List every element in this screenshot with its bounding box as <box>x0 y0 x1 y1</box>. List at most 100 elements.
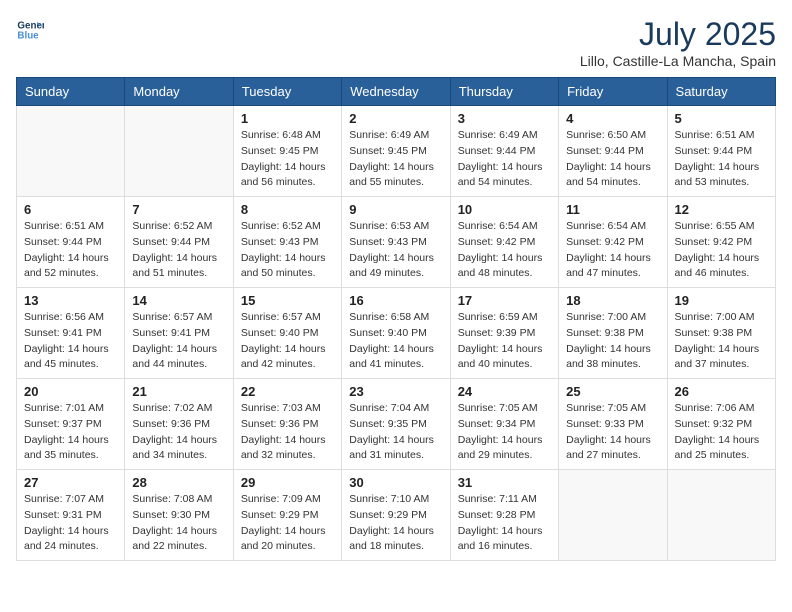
calendar-cell: 2 Sunrise: 6:49 AMSunset: 9:45 PMDaylight… <box>342 106 450 197</box>
calendar-cell: 29Sunrise: 7:09 AMSunset: 9:29 PMDayligh… <box>233 470 341 561</box>
calendar-cell <box>17 106 125 197</box>
day-info: Sunrise: 6:51 AMSunset: 9:44 PMDaylight:… <box>675 128 768 191</box>
day-info: Sunrise: 6:53 AMSunset: 9:43 PMDaylight:… <box>349 219 442 282</box>
day-number: 19 <box>675 293 768 308</box>
day-number: 13 <box>24 293 117 308</box>
weekday-header-saturday: Saturday <box>667 78 775 106</box>
day-number: 22 <box>241 384 334 399</box>
weekday-header-friday: Friday <box>559 78 667 106</box>
svg-text:Blue: Blue <box>17 30 39 41</box>
day-number: 31 <box>458 475 551 490</box>
day-info: Sunrise: 7:04 AMSunset: 9:35 PMDaylight:… <box>349 401 442 464</box>
calendar-cell: 3 Sunrise: 6:49 AMSunset: 9:44 PMDaylight… <box>450 106 558 197</box>
day-info: Sunrise: 6:48 AMSunset: 9:45 PMDaylight:… <box>241 128 334 191</box>
calendar-cell: 26 Sunrise: 7:06 AMSunset: 9:32 PMDayligh… <box>667 379 775 470</box>
day-number: 10 <box>458 202 551 217</box>
week-row-3: 13 Sunrise: 6:56 AMSunset: 9:41 PMDayligh… <box>17 288 776 379</box>
day-info: Sunrise: 6:59 AMSunset: 9:39 PMDaylight:… <box>458 310 551 373</box>
week-row-1: 1Sunrise: 6:48 AMSunset: 9:45 PMDaylight… <box>17 106 776 197</box>
day-info: Sunrise: 7:09 AMSunset: 9:29 PMDaylight:… <box>241 492 334 555</box>
day-number: 2 <box>349 111 442 126</box>
calendar-cell: 8Sunrise: 6:52 AMSunset: 9:43 PMDaylight… <box>233 197 341 288</box>
calendar-cell: 9Sunrise: 6:53 AMSunset: 9:43 PMDaylight… <box>342 197 450 288</box>
calendar-table: SundayMondayTuesdayWednesdayThursdayFrid… <box>16 77 776 561</box>
day-number: 4 <box>566 111 659 126</box>
day-info: Sunrise: 7:00 AMSunset: 9:38 PMDaylight:… <box>566 310 659 373</box>
day-number: 16 <box>349 293 442 308</box>
calendar-cell: 20 Sunrise: 7:01 AMSunset: 9:37 PMDayligh… <box>17 379 125 470</box>
day-info: Sunrise: 7:11 AMSunset: 9:28 PMDaylight:… <box>458 492 551 555</box>
day-number: 30 <box>349 475 442 490</box>
day-number: 12 <box>675 202 768 217</box>
calendar-cell: 31 Sunrise: 7:11 AMSunset: 9:28 PMDayligh… <box>450 470 558 561</box>
day-info: Sunrise: 7:03 AMSunset: 9:36 PMDaylight:… <box>241 401 334 464</box>
day-number: 27 <box>24 475 117 490</box>
logo-icon: General Blue <box>16 16 44 44</box>
calendar-cell: 15Sunrise: 6:57 AMSunset: 9:40 PMDayligh… <box>233 288 341 379</box>
day-info: Sunrise: 6:50 AMSunset: 9:44 PMDaylight:… <box>566 128 659 191</box>
day-info: Sunrise: 6:56 AMSunset: 9:41 PMDaylight:… <box>24 310 117 373</box>
day-number: 5 <box>675 111 768 126</box>
calendar-cell: 5 Sunrise: 6:51 AMSunset: 9:44 PMDaylight… <box>667 106 775 197</box>
day-number: 20 <box>24 384 117 399</box>
calendar-cell: 24 Sunrise: 7:05 AMSunset: 9:34 PMDayligh… <box>450 379 558 470</box>
calendar-cell: 1Sunrise: 6:48 AMSunset: 9:45 PMDaylight… <box>233 106 341 197</box>
day-info: Sunrise: 6:57 AMSunset: 9:41 PMDaylight:… <box>132 310 225 373</box>
week-row-2: 6 Sunrise: 6:51 AMSunset: 9:44 PMDaylight… <box>17 197 776 288</box>
calendar-cell: 18 Sunrise: 7:00 AMSunset: 9:38 PMDayligh… <box>559 288 667 379</box>
day-info: Sunrise: 6:49 AMSunset: 9:45 PMDaylight:… <box>349 128 442 191</box>
day-number: 24 <box>458 384 551 399</box>
day-number: 14 <box>132 293 225 308</box>
day-number: 6 <box>24 202 117 217</box>
week-row-4: 20 Sunrise: 7:01 AMSunset: 9:37 PMDayligh… <box>17 379 776 470</box>
day-info: Sunrise: 7:05 AMSunset: 9:33 PMDaylight:… <box>566 401 659 464</box>
day-number: 23 <box>349 384 442 399</box>
calendar-cell: 16 Sunrise: 6:58 AMSunset: 9:40 PMDayligh… <box>342 288 450 379</box>
day-info: Sunrise: 6:49 AMSunset: 9:44 PMDaylight:… <box>458 128 551 191</box>
day-number: 21 <box>132 384 225 399</box>
calendar-cell: 7 Sunrise: 6:52 AMSunset: 9:44 PMDaylight… <box>125 197 233 288</box>
day-info: Sunrise: 7:00 AMSunset: 9:38 PMDaylight:… <box>675 310 768 373</box>
logo: General Blue <box>16 16 44 44</box>
day-number: 7 <box>132 202 225 217</box>
day-number: 3 <box>458 111 551 126</box>
calendar-cell: 27 Sunrise: 7:07 AMSunset: 9:31 PMDayligh… <box>17 470 125 561</box>
calendar-cell: 4 Sunrise: 6:50 AMSunset: 9:44 PMDaylight… <box>559 106 667 197</box>
calendar-cell <box>125 106 233 197</box>
day-info: Sunrise: 7:10 AMSunset: 9:29 PMDaylight:… <box>349 492 442 555</box>
day-info: Sunrise: 6:52 AMSunset: 9:44 PMDaylight:… <box>132 219 225 282</box>
calendar-cell: 22 Sunrise: 7:03 AMSunset: 9:36 PMDayligh… <box>233 379 341 470</box>
day-info: Sunrise: 7:07 AMSunset: 9:31 PMDaylight:… <box>24 492 117 555</box>
calendar-cell: 11Sunrise: 6:54 AMSunset: 9:42 PMDayligh… <box>559 197 667 288</box>
calendar-body: 1Sunrise: 6:48 AMSunset: 9:45 PMDaylight… <box>17 106 776 561</box>
title-section: July 2025 Lillo, Castille-La Mancha, Spa… <box>580 16 776 69</box>
day-info: Sunrise: 6:52 AMSunset: 9:43 PMDaylight:… <box>241 219 334 282</box>
calendar-header-row: SundayMondayTuesdayWednesdayThursdayFrid… <box>17 78 776 106</box>
day-number: 15 <box>241 293 334 308</box>
day-info: Sunrise: 6:54 AMSunset: 9:42 PMDaylight:… <box>458 219 551 282</box>
calendar-cell <box>559 470 667 561</box>
day-info: Sunrise: 7:05 AMSunset: 9:34 PMDaylight:… <box>458 401 551 464</box>
day-number: 26 <box>675 384 768 399</box>
calendar-cell: 12 Sunrise: 6:55 AMSunset: 9:42 PMDayligh… <box>667 197 775 288</box>
weekday-header-wednesday: Wednesday <box>342 78 450 106</box>
calendar-cell: 10 Sunrise: 6:54 AMSunset: 9:42 PMDayligh… <box>450 197 558 288</box>
calendar-cell <box>667 470 775 561</box>
calendar-cell: 28Sunrise: 7:08 AMSunset: 9:30 PMDayligh… <box>125 470 233 561</box>
week-row-5: 27 Sunrise: 7:07 AMSunset: 9:31 PMDayligh… <box>17 470 776 561</box>
day-info: Sunrise: 6:51 AMSunset: 9:44 PMDaylight:… <box>24 219 117 282</box>
page-header: General Blue July 2025 Lillo, Castille-L… <box>16 16 776 69</box>
day-number: 11 <box>566 202 659 217</box>
calendar-cell: 14 Sunrise: 6:57 AMSunset: 9:41 PMDayligh… <box>125 288 233 379</box>
calendar-cell: 19 Sunrise: 7:00 AMSunset: 9:38 PMDayligh… <box>667 288 775 379</box>
day-info: Sunrise: 7:06 AMSunset: 9:32 PMDaylight:… <box>675 401 768 464</box>
day-number: 18 <box>566 293 659 308</box>
day-info: Sunrise: 7:01 AMSunset: 9:37 PMDaylight:… <box>24 401 117 464</box>
day-info: Sunrise: 6:55 AMSunset: 9:42 PMDaylight:… <box>675 219 768 282</box>
day-number: 25 <box>566 384 659 399</box>
calendar-cell: 13 Sunrise: 6:56 AMSunset: 9:41 PMDayligh… <box>17 288 125 379</box>
day-info: Sunrise: 7:08 AMSunset: 9:30 PMDaylight:… <box>132 492 225 555</box>
day-number: 17 <box>458 293 551 308</box>
month-year-title: July 2025 <box>580 16 776 53</box>
day-info: Sunrise: 6:58 AMSunset: 9:40 PMDaylight:… <box>349 310 442 373</box>
